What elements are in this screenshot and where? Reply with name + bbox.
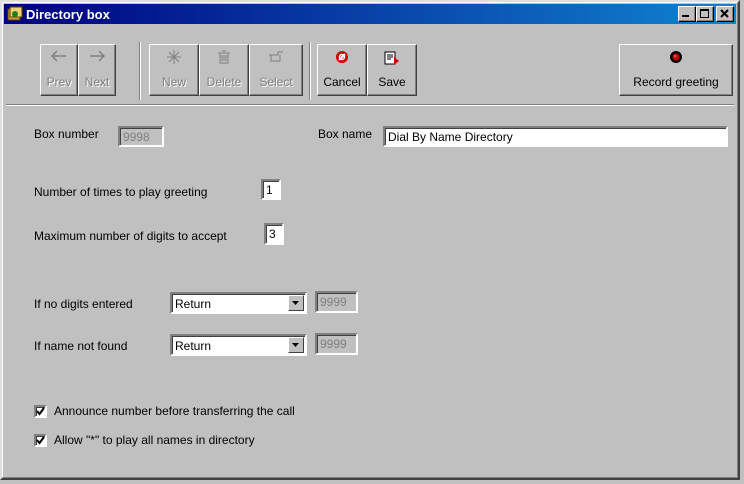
app-icon bbox=[7, 6, 23, 21]
cancel-icon bbox=[336, 51, 348, 63]
checkmark-icon bbox=[36, 436, 45, 445]
max-digits-field[interactable]: 3 bbox=[264, 223, 284, 245]
play-greeting-label: Number of times to play greeting bbox=[34, 185, 208, 199]
announce-label: Announce number before transferring the … bbox=[54, 404, 295, 418]
prev-button[interactable]: Prev bbox=[40, 44, 78, 96]
play-greeting-field[interactable]: 1 bbox=[261, 179, 281, 200]
new-button[interactable]: New bbox=[149, 44, 199, 96]
not-found-action-value: Return bbox=[175, 339, 212, 353]
minimize-icon bbox=[682, 15, 689, 17]
save-button[interactable]: Save bbox=[367, 44, 417, 96]
minimize-button[interactable] bbox=[678, 6, 696, 22]
not-found-label: If name not found bbox=[34, 339, 128, 353]
chevron-down-icon bbox=[292, 301, 299, 305]
close-button[interactable] bbox=[716, 6, 734, 22]
next-button[interactable]: Next bbox=[78, 44, 116, 96]
box-name-label: Box name bbox=[318, 127, 373, 141]
record-icon bbox=[670, 51, 682, 63]
delete-button[interactable]: Delete bbox=[199, 44, 249, 96]
max-digits-label: Maximum number of digits to accept bbox=[34, 229, 227, 243]
save-icon bbox=[384, 51, 399, 65]
left-arrow-icon bbox=[51, 50, 66, 62]
new-sparkle-icon bbox=[167, 50, 181, 64]
announce-checkbox[interactable] bbox=[34, 405, 47, 418]
prev-label: Prev bbox=[46, 75, 72, 89]
save-label: Save bbox=[378, 75, 406, 89]
box-number-label: Box number bbox=[34, 127, 99, 141]
delete-label: Delete bbox=[206, 75, 242, 89]
right-arrow-icon bbox=[90, 50, 105, 62]
cancel-label: Cancel bbox=[323, 75, 361, 89]
box-number-field[interactable]: 9998 bbox=[118, 126, 164, 147]
select-label: Select bbox=[259, 75, 293, 89]
title-bar[interactable]: Directory box bbox=[4, 4, 736, 24]
no-digits-box-field[interactable]: 9999 bbox=[315, 291, 358, 313]
allow-star-checkbox[interactable] bbox=[34, 434, 47, 447]
not-found-action-select[interactable]: Return bbox=[170, 334, 307, 356]
dropdown-button[interactable] bbox=[288, 295, 304, 311]
dropdown-button[interactable] bbox=[288, 337, 304, 353]
next-label: Next bbox=[84, 75, 110, 89]
pointing-hand-icon bbox=[269, 51, 283, 62]
toolbar-separator bbox=[139, 42, 141, 100]
new-label: New bbox=[161, 75, 186, 89]
chevron-down-icon bbox=[292, 343, 299, 347]
toolbar-divider bbox=[6, 104, 734, 106]
cancel-button[interactable]: Cancel bbox=[317, 44, 367, 96]
toolbar-separator bbox=[309, 42, 311, 100]
directory-box-window: Directory box Prev Next New Delete Selec… bbox=[0, 0, 740, 480]
not-found-box-field[interactable]: 9999 bbox=[315, 333, 358, 355]
no-digits-action-select[interactable]: Return bbox=[170, 292, 307, 314]
box-name-field[interactable]: Dial By Name Directory bbox=[383, 126, 728, 147]
window-title: Directory box bbox=[26, 6, 110, 22]
record-greeting-label: Record greeting bbox=[633, 75, 719, 89]
select-button[interactable]: Select bbox=[249, 44, 303, 96]
close-icon bbox=[720, 9, 729, 18]
checkmark-icon bbox=[36, 407, 45, 416]
allow-star-label: Allow "*" to play all names in directory bbox=[54, 433, 255, 447]
maximize-button[interactable] bbox=[696, 6, 714, 22]
no-digits-action-value: Return bbox=[175, 297, 212, 311]
no-digits-label: If no digits entered bbox=[34, 297, 133, 311]
trash-icon bbox=[218, 50, 230, 64]
maximize-icon bbox=[700, 9, 709, 18]
record-greeting-button[interactable]: Record greeting bbox=[619, 44, 733, 96]
